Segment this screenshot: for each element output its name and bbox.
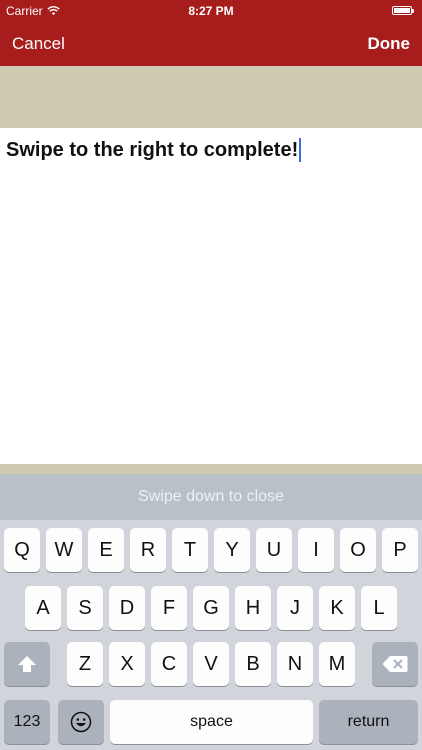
navigation-bar: Cancel Done bbox=[0, 22, 422, 66]
emoji-icon bbox=[70, 711, 92, 733]
text-editor[interactable]: Swipe to the right to complete! bbox=[0, 128, 422, 464]
key-a[interactable]: A bbox=[25, 586, 61, 630]
status-time: 8:27 PM bbox=[188, 4, 234, 18]
text-caret bbox=[299, 138, 302, 162]
done-button[interactable]: Done bbox=[368, 34, 411, 54]
backspace-key[interactable] bbox=[372, 642, 418, 686]
battery-icon bbox=[392, 6, 414, 15]
key-n[interactable]: N bbox=[277, 642, 313, 686]
shift-key[interactable] bbox=[4, 642, 50, 686]
shift-arrow-icon bbox=[18, 656, 36, 672]
space-key[interactable]: space bbox=[110, 700, 313, 744]
return-key[interactable]: return bbox=[319, 700, 418, 744]
editor-text-line[interactable]: Swipe to the right to complete! bbox=[6, 138, 302, 162]
backspace-icon bbox=[382, 656, 408, 672]
swipe-hint-label: Swipe down to close bbox=[138, 488, 284, 505]
key-g[interactable]: G bbox=[193, 586, 229, 630]
key-c[interactable]: C bbox=[151, 642, 187, 686]
key-u[interactable]: U bbox=[256, 528, 292, 572]
keyboard: Q W E R T Y U I O P A S D F G H J K L Z … bbox=[0, 520, 422, 750]
key-k[interactable]: K bbox=[319, 586, 355, 630]
key-y[interactable]: Y bbox=[214, 528, 250, 572]
key-s[interactable]: S bbox=[67, 586, 103, 630]
emoji-key[interactable] bbox=[58, 700, 104, 744]
swipe-hint-bar[interactable]: Swipe down to close bbox=[0, 474, 422, 520]
key-p[interactable]: P bbox=[382, 528, 418, 572]
key-l[interactable]: L bbox=[361, 586, 397, 630]
key-t[interactable]: T bbox=[172, 528, 208, 572]
key-v[interactable]: V bbox=[193, 642, 229, 686]
key-d[interactable]: D bbox=[109, 586, 145, 630]
key-z[interactable]: Z bbox=[67, 642, 103, 686]
key-r[interactable]: R bbox=[130, 528, 166, 572]
key-f[interactable]: F bbox=[151, 586, 187, 630]
key-q[interactable]: Q bbox=[4, 528, 40, 572]
key-w[interactable]: W bbox=[46, 528, 82, 572]
key-o[interactable]: O bbox=[340, 528, 376, 572]
key-j[interactable]: J bbox=[277, 586, 313, 630]
key-e[interactable]: E bbox=[88, 528, 124, 572]
key-x[interactable]: X bbox=[109, 642, 145, 686]
key-b[interactable]: B bbox=[235, 642, 271, 686]
key-i[interactable]: I bbox=[298, 528, 334, 572]
numbers-key[interactable]: 123 bbox=[4, 700, 50, 744]
key-m[interactable]: M bbox=[319, 642, 355, 686]
top-band bbox=[0, 66, 422, 128]
status-bar: Carrier 8:27 PM bbox=[0, 0, 422, 22]
cancel-button[interactable]: Cancel bbox=[12, 34, 65, 54]
key-h[interactable]: H bbox=[235, 586, 271, 630]
editor-text: Swipe to the right to complete! bbox=[6, 138, 299, 161]
bottom-band bbox=[0, 464, 422, 474]
